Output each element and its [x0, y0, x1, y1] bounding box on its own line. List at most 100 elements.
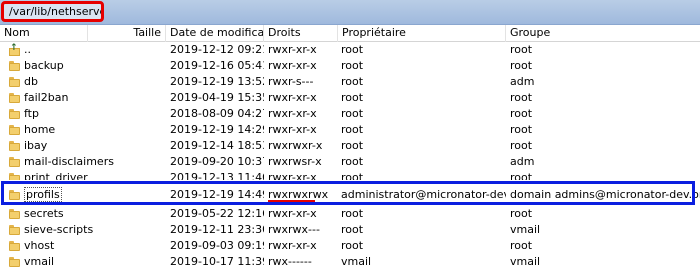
file-name: vhost [24, 239, 55, 252]
file-permissions: rwxr-xr-x [268, 123, 317, 136]
column-owner[interactable]: Propriétaire [338, 25, 506, 42]
folder-icon [9, 109, 20, 119]
file-group: root [510, 171, 533, 180]
file-permissions: rwxr-xr-x [268, 107, 317, 120]
file-permissions: rwxr-xr-x [268, 239, 317, 252]
file-row[interactable]: print_driver 2019-12-13 11:40:00 rwxr-xr-x… [0, 170, 700, 180]
column-size[interactable]: Taille [88, 25, 166, 42]
file-owner: root [341, 91, 364, 104]
file-row[interactable]: ftp 2018-08-09 04:27:24 rwxr-xr-x root root [0, 106, 700, 122]
file-row[interactable]: db 2019-12-19 13:52:01 rwxr-s--- root adm [0, 74, 700, 90]
file-owner: root [341, 107, 364, 120]
file-row[interactable]: backup 2019-12-16 05:41:34 rwxr-xr-x root ro… [0, 58, 700, 74]
file-row[interactable]: ↑.. 2019-12-12 09:21:39 rwxr-xr-x root root [0, 42, 700, 58]
folder-icon [9, 125, 20, 135]
file-name: mail-disclaimers [24, 155, 114, 168]
file-permissions: rwx------ [268, 255, 312, 268]
file-owner: root [341, 59, 364, 72]
file-owner: administrator@micronator-dev.org [341, 188, 506, 201]
file-owner: root [341, 155, 364, 168]
file-row[interactable]: vhost 2019-09-03 09:19:10 rwxr-xr-x root roo… [0, 238, 700, 254]
path-bar[interactable]: /var/lib/nethserver/ [0, 0, 700, 25]
parent-folder-icon: ↑ [9, 44, 20, 56]
column-modified[interactable]: Date de modificat... [166, 25, 264, 42]
file-row[interactable]: vmail 2019-10-17 11:39:52 rwx------ vmail vm… [0, 254, 700, 270]
file-modified: 2019-12-19 14:29:35 [170, 123, 264, 136]
file-owner: root [341, 123, 364, 136]
file-name: sieve-scripts [24, 223, 94, 236]
file-permissions: rwxr-xr-x [268, 91, 317, 104]
file-name: home [24, 123, 56, 136]
folder-icon [9, 190, 20, 200]
column-header: Nom Taille Date de modificat... Droits P… [0, 25, 700, 42]
file-row[interactable]: fail2ban 2019-04-19 15:35:16 rwxr-xr-x root… [0, 90, 700, 106]
column-permissions[interactable]: Droits [264, 25, 338, 42]
column-group[interactable]: Groupe [506, 25, 700, 42]
file-modified: 2019-09-03 09:19:10 [170, 239, 264, 252]
file-group: root [510, 91, 533, 104]
file-row[interactable]: secrets 2019-05-22 12:16:53 rwxr-xr-x root r… [0, 206, 700, 222]
file-row[interactable]: ibay 2019-12-14 18:53:00 rwxrwxr-x root root [0, 138, 700, 154]
folder-icon [9, 157, 20, 167]
folder-icon [9, 93, 20, 103]
file-row[interactable]: sieve-scripts 2019-12-11 23:30:36 rwxrwx--… [0, 222, 700, 238]
folder-icon [9, 61, 20, 71]
file-name: fail2ban [24, 91, 69, 104]
file-permissions: rwxrwsr-x [268, 155, 322, 168]
file-group: root [510, 59, 533, 72]
file-permissions: rwxr-s--- [268, 75, 314, 88]
file-modified: 2018-08-09 04:27:24 [170, 107, 264, 120]
file-group: adm [510, 75, 535, 88]
file-group: domain admins@micronator-dev.org [510, 188, 700, 201]
file-modified: 2019-04-19 15:35:16 [170, 91, 264, 104]
file-group: root [510, 107, 533, 120]
file-name: ftp [24, 107, 39, 120]
file-name: vmail [24, 255, 55, 268]
file-owner: root [341, 239, 364, 252]
file-owner: root [341, 207, 364, 220]
file-owner: root [341, 75, 364, 88]
file-group: root [510, 139, 533, 152]
folder-icon [9, 141, 20, 151]
file-modified: 2019-10-17 11:39:52 [170, 255, 264, 268]
file-owner: root [341, 223, 364, 236]
file-owner: root [341, 139, 364, 152]
file-row[interactable]: home 2019-12-19 14:29:35 rwxr-xr-x root root [0, 122, 700, 138]
file-owner: root [341, 171, 364, 180]
folder-icon [9, 77, 20, 87]
file-permissions: rwxr-xr-x [268, 207, 317, 220]
file-permissions: rwxrwxr-x [268, 139, 323, 152]
file-modified: 2019-12-13 11:40:00 [170, 171, 264, 180]
file-modified: 2019-09-20 10:37:38 [170, 155, 264, 168]
file-permissions: rwxrwx--- [268, 223, 320, 236]
file-modified: 2019-05-22 12:16:53 [170, 207, 264, 220]
file-row[interactable]: profils2019-12-19 14:49:27rwxrwxrwxadmin… [0, 187, 700, 203]
file-owner: vmail [341, 255, 372, 268]
current-path[interactable]: /var/lib/nethserver/ [1, 1, 104, 22]
folder-icon [9, 209, 20, 219]
file-name: print_driver [24, 171, 88, 180]
file-modified: 2019-12-11 23:30:36 [170, 223, 264, 236]
file-name: .. [24, 43, 31, 56]
file-name: backup [24, 59, 64, 72]
file-group: root [510, 123, 533, 136]
folder-icon [9, 173, 20, 180]
file-permissions: rwxr-xr-x [268, 43, 317, 56]
folder-icon [9, 257, 20, 267]
folder-icon [9, 241, 20, 251]
file-name: db [24, 75, 38, 88]
file-modified: 2019-12-12 09:21:39 [170, 43, 264, 56]
column-name[interactable]: Nom [0, 25, 88, 42]
file-group: root [510, 207, 533, 220]
file-name: profils [24, 187, 62, 202]
file-row[interactable]: mail-disclaimers 2019-09-20 10:37:38 rwxrw… [0, 154, 700, 170]
file-modified: 2019-12-19 14:49:27 [170, 188, 264, 201]
file-name: ibay [24, 139, 48, 152]
folder-icon [9, 225, 20, 235]
file-group: root [510, 43, 533, 56]
file-permissions: rwxr-xr-x [268, 171, 317, 180]
file-owner: root [341, 43, 364, 56]
file-group: vmail [510, 223, 541, 236]
file-group: adm [510, 155, 535, 168]
file-modified: 2019-12-14 18:53:00 [170, 139, 264, 152]
